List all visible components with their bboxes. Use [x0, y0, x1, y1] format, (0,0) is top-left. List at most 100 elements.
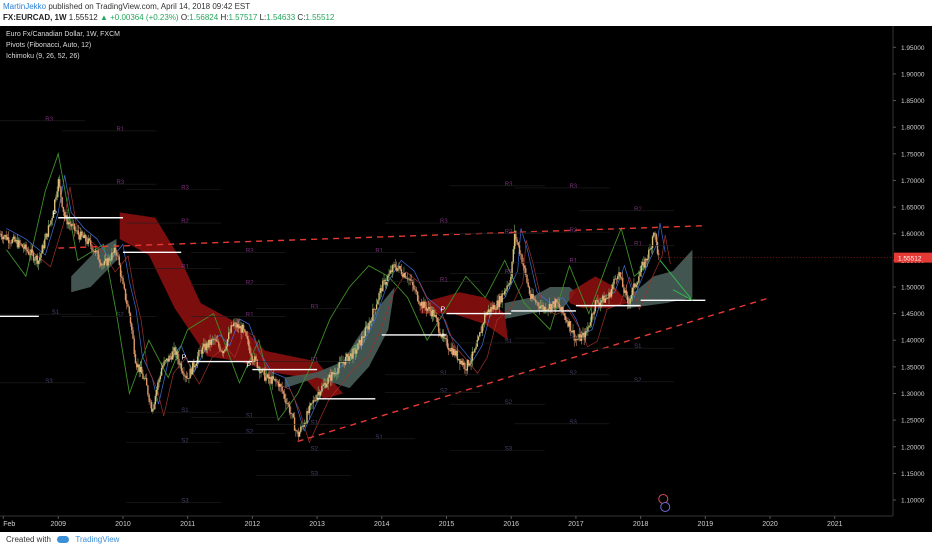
- candle-body: [297, 431, 300, 437]
- author-link[interactable]: MartinJekko: [3, 2, 46, 11]
- candle-body: [215, 339, 217, 342]
- candle-body: [622, 277, 624, 288]
- candle-body: [651, 236, 654, 249]
- candle-body: [338, 361, 341, 368]
- candle-body: [528, 286, 531, 294]
- candle-body: [482, 322, 485, 325]
- candle-body: [369, 321, 372, 323]
- candle-body: [419, 303, 421, 306]
- candle-body: [278, 383, 281, 387]
- legend-ichimoku[interactable]: Ichimoku (9, 26, 52, 26): [6, 53, 80, 60]
- candle-body: [451, 347, 454, 355]
- candle-body: [68, 222, 71, 225]
- candle-body: [251, 356, 254, 361]
- candle-body: [640, 265, 643, 272]
- candle-body: [457, 358, 460, 360]
- pivot-p-label: P: [246, 363, 251, 370]
- candle-body: [308, 405, 311, 414]
- candle-body: [476, 340, 478, 347]
- candle-body: [359, 339, 362, 346]
- candle-body: [208, 339, 210, 348]
- candle-body: [60, 186, 62, 198]
- candle-body: [307, 411, 309, 414]
- candle-body: [313, 400, 316, 401]
- candle-body: [431, 309, 434, 317]
- candle-body: [404, 273, 406, 279]
- candle-body: [315, 400, 317, 401]
- candle-body: [29, 254, 31, 256]
- candle-body: [205, 343, 208, 351]
- candle-body: [272, 376, 275, 380]
- candle-body: [122, 277, 124, 284]
- candle-body: [300, 426, 302, 433]
- price-chart[interactable]: 1.95000 1.90000 1.85000 1.80000 1.75000 1.700…: [0, 26, 932, 532]
- candle-body: [195, 363, 198, 366]
- candle-body: [191, 362, 194, 375]
- candle-body: [223, 351, 225, 354]
- candle-body: [66, 215, 68, 225]
- candle-body: [382, 280, 384, 292]
- candle-body: [452, 349, 455, 355]
- candle-body: [554, 299, 557, 308]
- candle-body: [260, 371, 262, 374]
- candle-body: [5, 234, 7, 240]
- candle-body: [449, 349, 451, 352]
- candle-body: [252, 360, 255, 362]
- legend-series[interactable]: Euro Fx/Canadian Dollar, 1W, FXCM: [6, 31, 120, 38]
- candle-body: [612, 284, 614, 289]
- candle-body: [588, 325, 590, 328]
- candle-body: [500, 295, 502, 303]
- candle-body: [189, 368, 191, 379]
- candle-body: [337, 367, 339, 374]
- candle-body: [148, 394, 150, 402]
- candle-body: [88, 238, 91, 241]
- footer: Created with TradingView: [0, 532, 932, 550]
- candle-body: [182, 371, 184, 374]
- candle-body: [429, 307, 431, 311]
- candle-body: [16, 239, 19, 248]
- candle-body: [83, 234, 86, 239]
- candle-body: [32, 252, 35, 261]
- candle-body: [518, 245, 521, 254]
- candle-body: [360, 336, 363, 346]
- legend-pivots[interactable]: Pivots (Fibonacci, Auto, 12): [6, 42, 91, 49]
- candle-body: [72, 223, 75, 225]
- candle-body: [384, 279, 387, 285]
- candle-body: [522, 263, 524, 267]
- pivot-level-label: S3: [569, 420, 577, 426]
- pivot-level-label: R3: [311, 304, 319, 310]
- candle-body: [331, 372, 333, 381]
- candle-body: [563, 313, 565, 316]
- chart-area[interactable]: 1.95000 1.90000 1.85000 1.80000 1.75000 1.700…: [0, 26, 932, 532]
- symbol-name[interactable]: FX:EURCAD, 1W: [3, 13, 67, 22]
- candle-body: [42, 245, 45, 249]
- candle-body: [292, 413, 295, 418]
- candle-body: [154, 395, 157, 405]
- candle-body: [548, 303, 551, 310]
- candle-body: [246, 336, 249, 340]
- candle-body: [579, 334, 582, 341]
- candle-body: [133, 338, 135, 355]
- tradingview-brand[interactable]: TradingView: [75, 535, 119, 544]
- candle-body: [80, 231, 82, 240]
- y-tick-label: 1.35000: [901, 364, 925, 371]
- candle-body: [505, 289, 507, 292]
- candle-body: [318, 392, 321, 396]
- candle-body: [481, 324, 483, 333]
- candle-body: [462, 362, 465, 365]
- candle-body: [158, 378, 160, 383]
- pivot-level-label: S3: [311, 472, 319, 478]
- candle-body: [41, 245, 43, 254]
- candle-body: [512, 249, 515, 262]
- candle-body: [367, 326, 369, 330]
- pivot-level-label: S1: [311, 420, 319, 426]
- candle-body: [394, 264, 396, 268]
- candle-body: [593, 311, 595, 315]
- candle-body: [61, 197, 63, 207]
- candle-body: [654, 232, 656, 234]
- candle-body: [445, 338, 447, 340]
- candle-body: [76, 230, 78, 232]
- candle-body: [198, 350, 200, 357]
- candle-body: [4, 234, 6, 237]
- candle-body: [58, 179, 61, 187]
